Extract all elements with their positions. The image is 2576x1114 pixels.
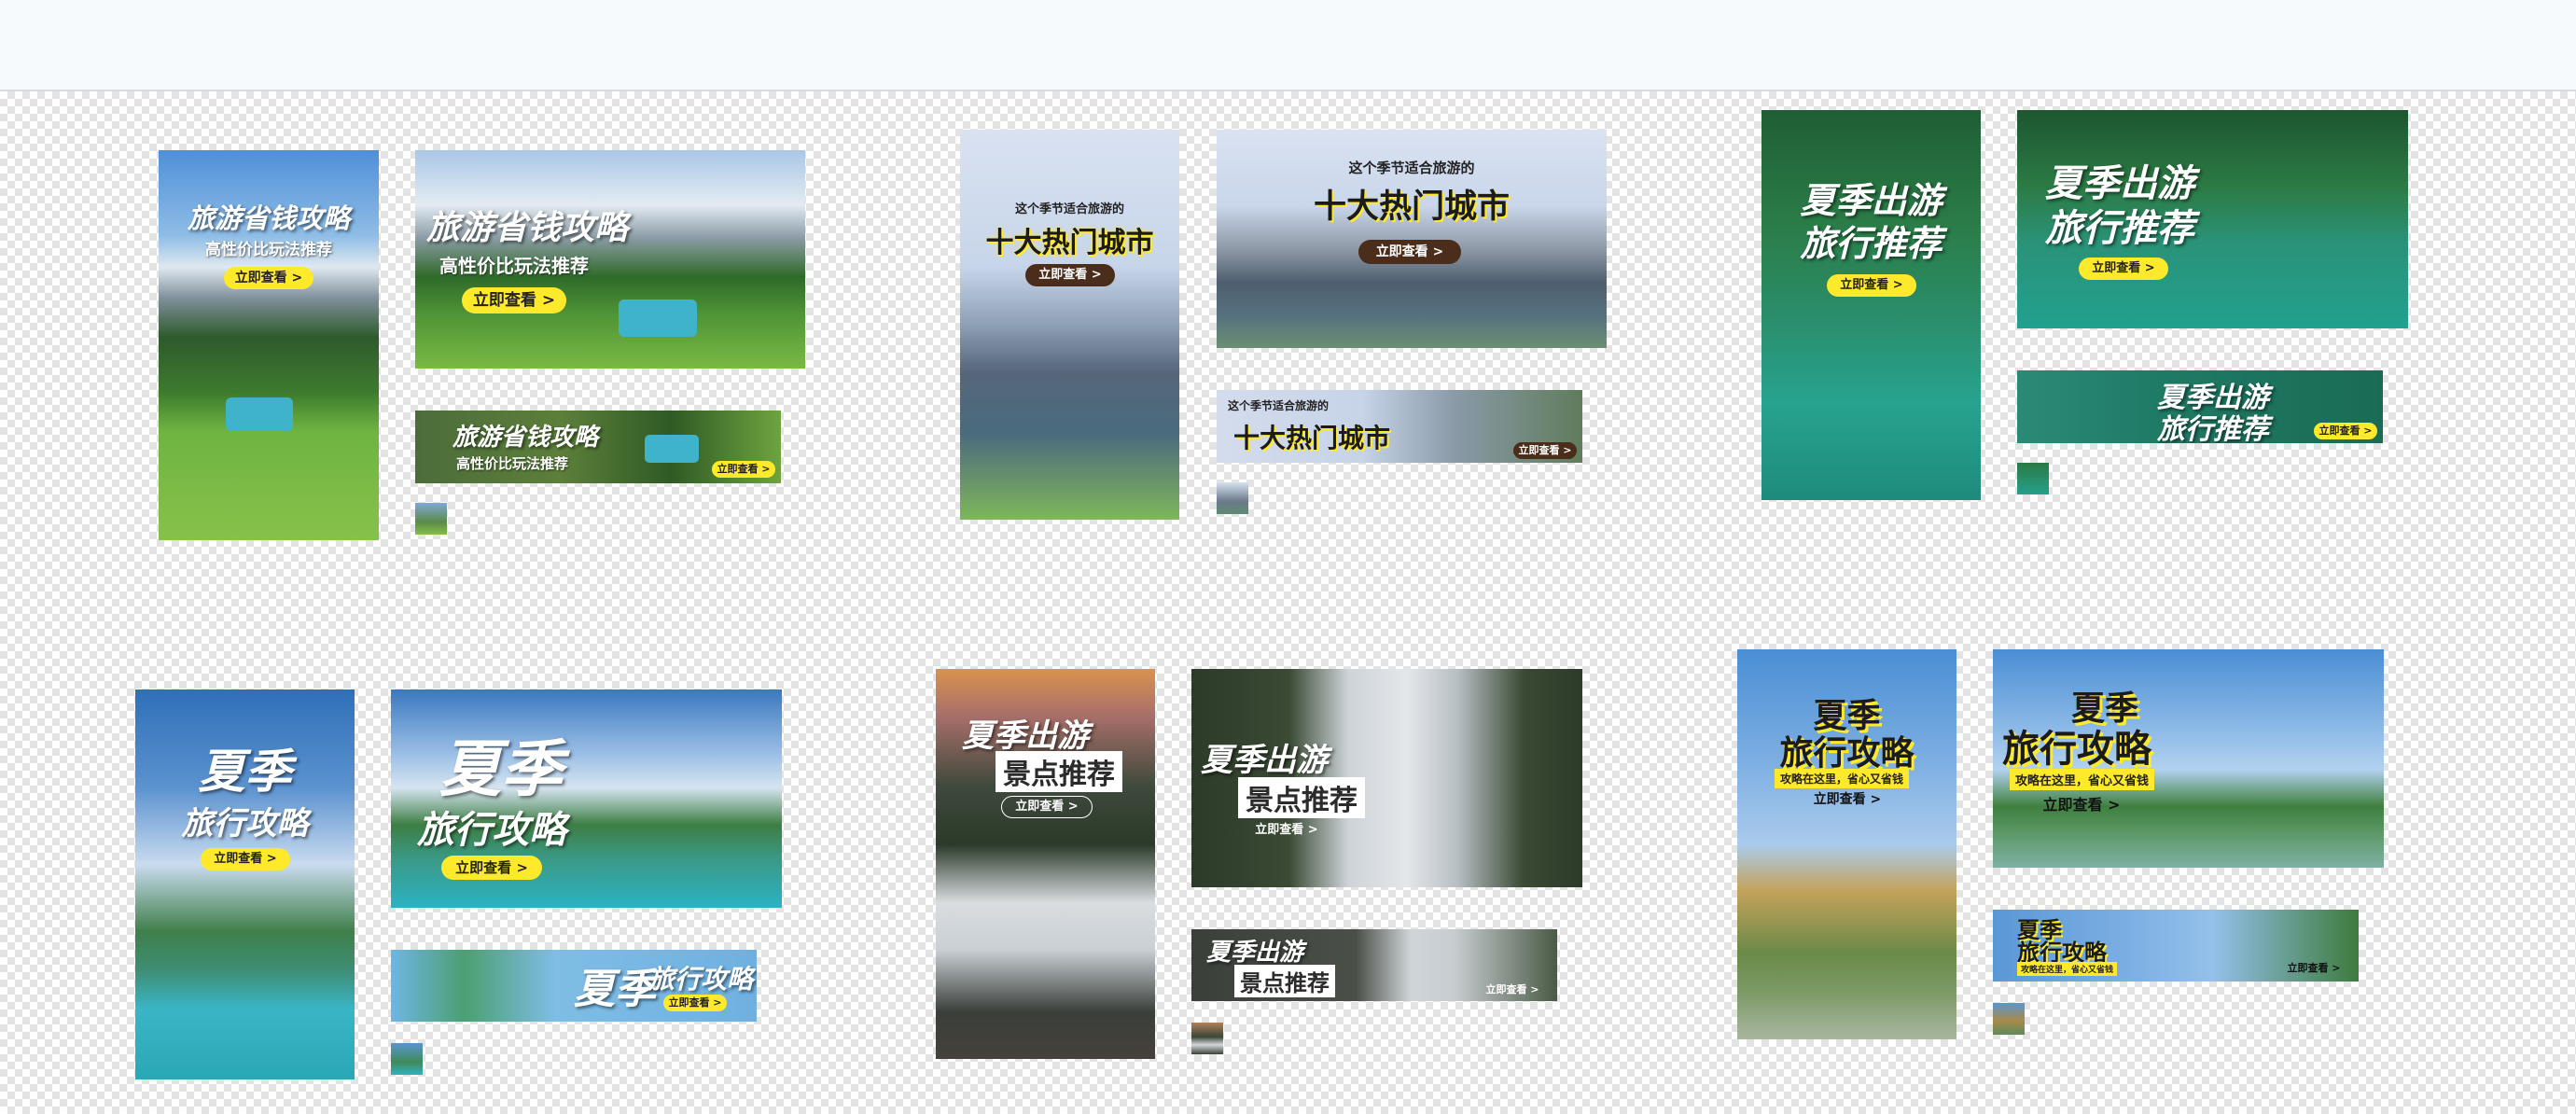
ad-pretitle: 这个季节适合旅游的 [1228,399,1330,412]
cta-button[interactable]: 立即查看 > [1025,264,1115,286]
ad-s6-vertical[interactable]: 夏季 旅行攻略 攻略在这里，省心又省钱 立即查看 > [1737,649,1956,1039]
ad-title-line2: 景点推荐 [996,751,1122,792]
ad-s2-banner[interactable]: 这个季节适合旅游的 十大热门城市 立即查看 > [1217,390,1582,463]
ad-s3-landscape[interactable]: 夏季出游 旅行推荐 立即查看 > [2017,110,2408,328]
cta-button[interactable]: 立即查看 > [712,461,775,478]
ad-title-line2: 旅行攻略 [648,964,754,995]
ad-s4-landscape[interactable]: 夏季 旅行攻略 立即查看 > [391,689,782,908]
cta-button[interactable]: 立即查看 > [201,848,290,870]
ad-s1-icon-thumbnail[interactable] [415,503,447,535]
ad-s2-landscape[interactable]: 这个季节适合旅游的 十大热门城市 立即查看 > [1217,130,1607,348]
ad-title-line1: 夏季 [198,745,292,799]
ad-s4-banner[interactable]: 夏季 旅行攻略 立即查看 > [391,950,757,1022]
ad-title-line1: 夏季出游 [1206,939,1304,967]
ad-title-line2: 景点推荐 [1238,777,1365,818]
ad-s6-banner[interactable]: 夏季 旅行攻略 攻略在这里，省心又省钱 立即查看 > [1993,910,2359,982]
cta-button[interactable]: 立即查看 > [462,287,566,313]
ad-title-line2: 旅行推荐 [1800,223,1942,264]
editor-toolbar [0,0,2576,91]
ad-subtitle: 攻略在这里，省心又省钱 [1775,769,1910,788]
ad-s6-landscape[interactable]: 夏季 旅行攻略 攻略在这里，省心又省钱 立即查看 > [1993,649,2384,868]
cta-button[interactable]: 立即查看 > [1803,789,1892,810]
ad-title-line2: 旅行攻略 [2002,728,2151,771]
ad-title: 十大热门城市 [1233,423,1391,453]
ad-s4-vertical[interactable]: 夏季 旅行攻略 立即查看 > [135,689,355,1079]
ad-pretitle: 这个季节适合旅游的 [1014,202,1124,216]
ad-title-line2: 景点推荐 [1234,965,1335,997]
bus-icon [226,397,293,431]
ad-title-line2: 旅行推荐 [2045,207,2194,250]
ad-subtitle: 高性价比玩法推荐 [205,241,332,259]
cta-button[interactable]: 立即查看 > [2277,960,2351,977]
ad-title: 旅游省钱攻略 [187,202,350,234]
bus-icon [619,299,697,337]
cta-button[interactable]: 立即查看 > [1827,274,1916,297]
ad-s3-icon-thumbnail[interactable] [2017,463,2049,494]
cta-button[interactable]: 立即查看 > [2314,423,2377,439]
ad-subtitle: 攻略在这里，省心又省钱 [2017,962,2118,976]
ad-subtitle: 高性价比玩法推荐 [456,455,569,472]
ad-title-line2: 旅行推荐 [2157,413,2269,443]
cta-button[interactable]: 立即查看 > [1001,796,1093,818]
ad-s2-icon-thumbnail[interactable] [1217,482,1248,514]
ad-subtitle: 攻略在这里，省心又省钱 [2010,769,2155,790]
ad-s1-vertical[interactable]: 旅游省钱攻略 高性价比玩法推荐 立即查看 > [159,150,379,540]
ad-title-line1: 夏季出游 [1201,742,1328,779]
ad-title: 旅游省钱攻略 [453,424,599,452]
ad-title: 十大热门城市 [1313,188,1510,226]
ad-pretitle: 这个季节适合旅游的 [1348,160,1475,176]
ad-title: 旅游省钱攻略 [426,209,629,247]
cta-button[interactable]: 立即查看 > [441,856,542,880]
ad-title-line2: 旅行攻略 [417,809,566,852]
cta-button[interactable]: 立即查看 > [1240,820,1333,841]
ad-subtitle: 高性价比玩法推荐 [439,255,589,277]
cta-button[interactable]: 立即查看 > [2079,258,2168,280]
ad-title-line1: 夏季 [439,733,563,805]
ad-s5-banner[interactable]: 夏季出游 景点推荐 立即查看 > [1191,929,1557,1001]
ad-title-line1: 夏季出游 [962,717,1089,755]
cta-button[interactable]: 立即查看 > [1358,240,1461,264]
ad-s5-icon-thumbnail[interactable] [1191,1023,1223,1054]
ad-title-line2: 旅行攻略 [1779,734,1915,773]
ad-s6-icon-thumbnail[interactable] [1993,1003,2025,1035]
ad-s2-vertical[interactable]: 这个季节适合旅游的 十大热门城市 立即查看 > [960,130,1179,520]
ad-s5-vertical[interactable]: 夏季出游 景点推荐 立即查看 > [936,669,1155,1059]
ad-s1-landscape[interactable]: 旅游省钱攻略 高性价比玩法推荐 立即查看 > [415,150,805,369]
ad-s3-vertical[interactable]: 夏季出游 旅行推荐 立即查看 > [1761,110,1981,500]
cta-button[interactable]: 立即查看 > [663,995,727,1011]
ad-s1-banner[interactable]: 旅游省钱攻略 高性价比玩法推荐 立即查看 > [415,411,781,483]
cta-button[interactable]: 立即查看 > [1475,982,1550,998]
cta-button[interactable]: 立即查看 > [1513,442,1577,459]
cta-button[interactable]: 立即查看 > [224,267,313,289]
ad-title-line1: 夏季 [574,966,656,1013]
ad-s3-banner[interactable]: 夏季出游 旅行推荐 立即查看 > [2017,370,2383,443]
ad-s5-landscape[interactable]: 夏季出游 景点推荐 立即查看 > [1191,669,1582,887]
ad-title: 十大热门城市 [985,227,1154,259]
cta-button[interactable]: 立即查看 > [2030,794,2133,816]
bus-icon [645,435,699,463]
ad-s4-icon-thumbnail[interactable] [391,1043,423,1075]
ad-title-line2: 旅行攻略 [181,805,309,842]
